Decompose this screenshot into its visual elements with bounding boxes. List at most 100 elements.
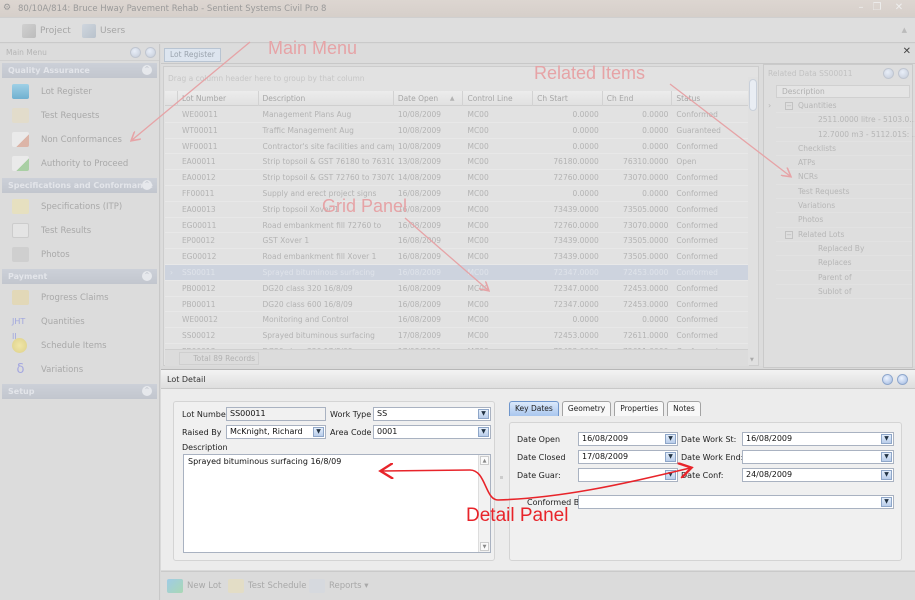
table-row[interactable]: EA00011 Strip topsoil & GST 76180 to 7631… xyxy=(165,154,749,171)
table-row[interactable]: FF00011 Supply and erect project signs 16/… xyxy=(165,186,749,202)
collapse-node-icon[interactable]: − xyxy=(785,230,793,239)
description-scrollbar[interactable]: ▲ ▼ xyxy=(478,455,490,552)
table-row[interactable]: WT00011 Traffic Management Aug 10/08/2009 M… xyxy=(165,123,749,139)
menu-item-specifications[interactable]: Specifications (ITP) xyxy=(0,195,159,219)
tree-node[interactable]: Replaced By xyxy=(776,242,912,257)
tab-notes[interactable]: Notes xyxy=(667,401,701,416)
table-row[interactable]: EP00012 GST Xover 1 16/08/2009 MC00 73439.00… xyxy=(165,233,749,250)
menu-group-payment[interactable]: Payment ⌃ xyxy=(2,269,157,284)
description-textarea[interactable]: Sprayed bituminous surfacing 16/8/09 ▲ ▼ xyxy=(183,454,491,553)
pin-button[interactable] xyxy=(883,68,894,79)
date-conf-picker[interactable]: 24/08/2009 ▼ xyxy=(742,468,894,482)
table-row[interactable]: SS00012 Sprayed bituminous surfacing 17/08… xyxy=(165,328,749,344)
chevron-down-icon[interactable]: ▼ xyxy=(881,452,892,462)
table-row[interactable]: WE00012 Monitoring and Control 16/08/2009 M… xyxy=(165,312,749,329)
column-header[interactable]: Description xyxy=(259,91,394,106)
new-lot-button[interactable]: New Lot xyxy=(167,579,221,593)
area-code-select[interactable]: 0001 ▼ xyxy=(373,425,491,439)
ribbon-project-button[interactable]: Project xyxy=(22,23,71,39)
menu-item-non-conformances[interactable]: Non Conformances xyxy=(0,128,159,152)
column-header[interactable]: Lot Number xyxy=(178,91,259,106)
conformed-by-select[interactable]: ▼ xyxy=(578,495,894,509)
tree-node[interactable]: 12.7000 m3 - 5112.01S: ... xyxy=(776,128,915,142)
grid-vertical-scrollbar[interactable]: ▼ xyxy=(748,77,758,365)
menu-item-photos[interactable]: Photos xyxy=(0,243,159,267)
chevron-down-icon[interactable]: ▼ xyxy=(881,497,892,507)
work-type-select[interactable]: SS ▼ xyxy=(373,407,491,421)
tab-key-dates[interactable]: Key Dates xyxy=(509,401,559,416)
menu-item-progress-claims[interactable]: Progress Claims xyxy=(0,286,159,310)
menu-item-quantities[interactable]: JHT II Quantities xyxy=(0,310,159,341)
tree-node[interactable]: Variations xyxy=(776,199,912,214)
column-header[interactable]: Date Open ▲ xyxy=(394,91,464,106)
table-row[interactable]: PB00011 DG20 class 600 16/8/09 16/08/2009 M… xyxy=(165,297,749,313)
lot-number-field[interactable]: SS00011 xyxy=(226,407,326,421)
group-by-hint[interactable]: Drag a column header here to group by th… xyxy=(168,74,365,83)
chevron-down-icon[interactable]: ▼ xyxy=(665,434,676,444)
ribbon-users-button[interactable]: Users xyxy=(82,23,125,39)
tree-node[interactable]: › − Quantities xyxy=(768,99,912,114)
related-column-header[interactable]: Description xyxy=(776,85,910,98)
scroll-up-icon[interactable]: ▲ xyxy=(480,456,489,465)
column-header[interactable]: Status xyxy=(672,91,749,106)
scroll-down-icon[interactable]: ▼ xyxy=(750,357,754,363)
collapse-group-icon[interactable]: ⌃ xyxy=(142,271,152,281)
close-panel-button[interactable] xyxy=(897,374,908,385)
tree-node[interactable]: Test Requests xyxy=(776,185,912,200)
date-work-end-picker[interactable]: ▼ xyxy=(742,450,894,464)
column-header[interactable]: Ch End xyxy=(603,91,673,106)
ribbon-collapse-button[interactable]: ▲ xyxy=(902,26,907,34)
collapse-group-icon[interactable]: ⌃ xyxy=(142,65,152,75)
tree-node[interactable]: Checklists xyxy=(776,142,912,157)
table-row[interactable]: EA00012 Strip topsoil & GST 72760 to 7307… xyxy=(165,170,749,186)
table-row[interactable]: PB00012 DG20 class 320 16/8/09 16/08/2009 M… xyxy=(165,281,749,297)
tree-node[interactable]: ATPs xyxy=(776,156,912,171)
scrollbar-thumb[interactable] xyxy=(749,79,757,111)
test-schedule-button[interactable]: Test Schedule xyxy=(228,579,307,593)
tab-lot-register[interactable]: Lot Register xyxy=(164,48,221,62)
close-panel-button[interactable] xyxy=(145,47,156,58)
raised-by-select[interactable]: McKnight, Richard ▼ xyxy=(226,425,326,439)
table-row[interactable]: WE00011 Management Plans Aug 10/08/2009 MC0… xyxy=(165,107,749,123)
chevron-down-icon[interactable]: ▼ xyxy=(478,409,489,419)
chevron-down-icon[interactable]: ▼ xyxy=(881,434,892,444)
chevron-down-icon[interactable]: ▼ xyxy=(313,427,324,437)
pin-button[interactable] xyxy=(130,47,141,58)
menu-item-variations[interactable]: δ Variations xyxy=(0,358,159,382)
collapse-node-icon[interactable]: − xyxy=(785,102,793,110)
date-work-start-picker[interactable]: 16/08/2009 ▼ xyxy=(742,432,894,446)
close-document-icon[interactable]: ✕ xyxy=(903,46,911,57)
menu-item-test-requests[interactable]: Test Requests xyxy=(0,104,159,128)
chevron-down-icon[interactable]: ▼ xyxy=(478,427,489,437)
tree-node[interactable]: Replaces xyxy=(776,256,912,271)
date-open-picker[interactable]: 16/08/2009 ▼ xyxy=(578,432,678,446)
restore-button[interactable]: ❐ xyxy=(868,2,886,14)
close-window-button[interactable]: ✕ xyxy=(890,2,908,14)
tab-properties[interactable]: Properties xyxy=(614,401,665,416)
menu-group-specifications[interactable]: Specifications and Conformance ⌃ xyxy=(2,178,157,193)
tree-node[interactable]: Sublot of xyxy=(776,285,912,300)
table-row[interactable]: › SS00011 Sprayed bituminous surfacing 16/0… xyxy=(165,264,749,281)
pin-button[interactable] xyxy=(882,374,893,385)
tree-node[interactable]: − Related Lots xyxy=(776,228,912,242)
tree-node[interactable]: 2511.0000 litre - 5103.0... xyxy=(776,113,915,128)
tree-node[interactable]: NCRs xyxy=(776,170,912,185)
table-row[interactable]: EG00011 Road embankment fill 72760 to 16/0… xyxy=(165,218,749,234)
close-panel-button[interactable] xyxy=(898,68,909,79)
table-row[interactable]: EA00013 Strip topsoil Xover 1 16/08/2009 MC… xyxy=(165,202,749,218)
tree-node[interactable]: Photos xyxy=(776,213,912,228)
chevron-down-icon[interactable]: ▼ xyxy=(665,452,676,462)
menu-item-schedule-items[interactable]: Schedule Items xyxy=(0,334,159,358)
menu-group-quality-assurance[interactable]: Quality Assurance ⌃ xyxy=(2,63,157,78)
menu-group-setup[interactable]: Setup ⌃ xyxy=(2,384,157,399)
chevron-down-icon[interactable]: ▼ xyxy=(881,470,892,480)
app-icon[interactable]: ⚙ xyxy=(3,3,13,13)
collapse-group-icon[interactable]: ⌃ xyxy=(142,180,152,190)
date-guar-picker[interactable]: ▼ xyxy=(578,468,678,482)
splitter-handle[interactable] xyxy=(500,476,503,479)
collapse-group-icon[interactable]: ⌃ xyxy=(142,386,152,396)
column-header[interactable]: Control Line xyxy=(463,91,534,106)
table-row[interactable]: EG00012 Road embankment fill Xover 1 16/08… xyxy=(165,249,749,265)
column-header[interactable]: Ch Start xyxy=(533,91,603,106)
table-row[interactable]: WF00011 Contractor's site facilities and … xyxy=(165,139,749,155)
